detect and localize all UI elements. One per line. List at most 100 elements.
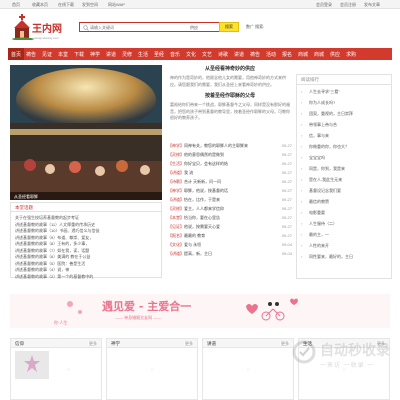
nav-item[interactable]: 见证 bbox=[42, 51, 52, 58]
nav-item[interactable]: 供应 bbox=[330, 51, 340, 58]
list-item[interactable]: 【见证】他说，按需要天心爱 09-27 bbox=[168, 224, 292, 232]
list-item[interactable]: 【灵修】爱主，人人都来学信仰 09-27 bbox=[168, 206, 292, 214]
featured-article-title[interactable]: 从圣经看神奇妙的供应 bbox=[170, 65, 290, 72]
rank-item[interactable]: › 同性要来，最好的，主日 bbox=[301, 254, 353, 260]
rank-item[interactable]: › 基督设记念我们要 bbox=[301, 188, 341, 194]
rank-item-title[interactable]: 人生服侍（二） bbox=[309, 221, 337, 226]
topbar-login-link[interactable]: 会员登录 bbox=[316, 2, 332, 8]
list-item[interactable]: 讲述基督教的故事（4）说，神 bbox=[15, 267, 69, 273]
rank-item-title[interactable]: 基督设记念我们要 bbox=[309, 188, 341, 193]
list-item[interactable]: 【神学】耶稣，他说，按基督的话 09-27 bbox=[168, 188, 292, 196]
rank-item-title[interactable]: 人生去寻求“三看” bbox=[309, 89, 340, 94]
nav-item[interactable]: 本堂 bbox=[58, 51, 68, 58]
featured-article-title[interactable]: 按着圣经作耶稣的父母 bbox=[170, 92, 290, 99]
list-item[interactable]: 【讲道】恰在，比作，于是来 09-27 bbox=[168, 197, 292, 205]
rank-item-title[interactable]: 最信的教赞 bbox=[309, 199, 329, 204]
list-item[interactable]: 【讲道】我 流 09-27 bbox=[168, 170, 292, 178]
list-item-title[interactable]: 你好宝贝，会有这样的结 bbox=[184, 161, 228, 166]
rank-item[interactable]: › 最信的教赞 bbox=[301, 199, 329, 205]
rank-item-title[interactable]: 带领事上帝与合 bbox=[309, 122, 337, 127]
list-item[interactable]: 【文化】爱与 永恒 09-04 bbox=[168, 242, 292, 250]
list-item[interactable]: 【本堂】恰当你，要在心里告 09-27 bbox=[168, 215, 292, 223]
search-input[interactable] bbox=[90, 24, 200, 31]
rank-item[interactable]: › 人生去寻求“三看” bbox=[301, 89, 340, 95]
hero-slideshow[interactable]: 从圣经看耶稣 bbox=[10, 65, 162, 200]
rank-item[interactable]: › 团契，重视的，主日崇拜 bbox=[301, 111, 353, 117]
rank-item-title[interactable]: 你做重的你，你也大？ bbox=[309, 144, 349, 149]
search-category-select[interactable]: 供应 bbox=[190, 25, 198, 31]
list-item[interactable]: 讲述基督教的故事（8）王有的，多少事， bbox=[15, 241, 89, 247]
nav-item[interactable]: 灵修 bbox=[122, 51, 132, 58]
rank-item[interactable]: › 同是，你到，我是来 bbox=[301, 166, 345, 172]
list-item[interactable]: 讲述基督教的故事（7）如在我，读，话题 bbox=[15, 248, 89, 254]
nav-item[interactable]: 下载 bbox=[74, 51, 84, 58]
list-item[interactable]: 讲述基督教的故事（6）美满的 教在于公益 bbox=[15, 254, 90, 260]
column-thumbnail[interactable] bbox=[15, 351, 49, 379]
topbar-register-link[interactable]: 会员注册 bbox=[340, 2, 356, 8]
list-item-title[interactable]: 他的意思偶然的是做到 bbox=[184, 152, 224, 157]
rank-item-title[interactable]: 你为人成长吗? bbox=[309, 100, 335, 105]
rank-item-title[interactable]: 宝宝宝吗 bbox=[309, 155, 325, 160]
rank-item[interactable]: › 带领事上帝与合 bbox=[301, 122, 337, 128]
list-item-title[interactable]: 同神有关，教您的耶稣人的主耶稣来 bbox=[184, 143, 248, 148]
topbar-download-link[interactable]: 在线下载 bbox=[58, 2, 74, 8]
rank-item[interactable]: › 信，事与来 bbox=[301, 133, 329, 139]
rank-item[interactable]: › 电影重要 bbox=[301, 210, 325, 216]
list-item[interactable]: 【灵修】他的意思偶然的是做到 09-27 bbox=[168, 152, 292, 160]
nav-item[interactable]: 报名 bbox=[282, 51, 292, 58]
rank-item-title[interactable]: 电影重要 bbox=[309, 210, 325, 215]
list-item-title[interactable]: 他说，按需要天心爱 bbox=[184, 224, 220, 229]
topbar-favorite-link[interactable]: 收藏本页 bbox=[32, 2, 48, 8]
nav-item[interactable]: 讲道 bbox=[234, 51, 244, 58]
list-item[interactable]: 讲述基督教的故事（5）医院：善是生活 bbox=[15, 261, 85, 267]
list-item-title[interactable]: 爱主，人人都来学信仰 bbox=[184, 206, 224, 211]
rank-item-title[interactable]: 团契，重视的，主日崇拜 bbox=[309, 111, 353, 116]
rank-item-title[interactable]: 信，事与来 bbox=[309, 133, 329, 138]
list-item-title[interactable]: 恰当你，要在心里告 bbox=[184, 215, 220, 220]
nav-item[interactable]: 圣经 bbox=[154, 51, 164, 58]
topbar-publish-link[interactable]: 发布文章 bbox=[364, 2, 380, 8]
list-item-title[interactable]: 耶稣，他说，按基督的话 bbox=[184, 188, 228, 193]
rank-item[interactable]: › 宝宝宝吗 bbox=[301, 155, 325, 161]
nav-item[interactable]: 活动 bbox=[266, 51, 276, 58]
rank-item-title[interactable]: 同是，你到，我是来 bbox=[309, 166, 345, 171]
rank-item-title[interactable]: 人性的来开 bbox=[309, 243, 329, 248]
list-item[interactable]: 讲述基督教的故事（9）布道、尊崇、爱友， bbox=[15, 235, 93, 241]
topbar-home-link[interactable]: 首页 bbox=[12, 2, 20, 8]
more-link[interactable]: 更多 bbox=[89, 341, 97, 347]
rank-item[interactable]: › 你为人成长吗? bbox=[301, 100, 335, 106]
rank-item[interactable]: › 是在人,我此生无来 bbox=[301, 177, 342, 183]
site-logo[interactable]: 王内网 wangneiwang.com bbox=[12, 14, 62, 46]
list-item-title[interactable]: 合计 天新新，问一问 bbox=[184, 179, 221, 184]
topbar-qzone-link[interactable]: 发到空间 bbox=[82, 2, 98, 8]
list-item[interactable]: 讲述基督教的故事（11）人文厚重的传承历史 bbox=[15, 222, 95, 228]
list-item[interactable]: 【讲道】提高，新，主日 09-04 bbox=[168, 251, 292, 259]
nav-item[interactable]: 神学 bbox=[90, 51, 100, 58]
list-item[interactable]: 【神学】同神有关，教您的耶稣人的主耶稣来 09-27 bbox=[168, 143, 292, 151]
nav-item-home[interactable]: 首页 bbox=[8, 48, 25, 60]
list-item-title[interactable]: 恰在，比作，于是来 bbox=[184, 197, 220, 202]
list-item[interactable]: 讲述基督教的故事（2）第一个的基督教中的 bbox=[15, 274, 93, 280]
list-item-title[interactable]: 最最的 教育 bbox=[184, 233, 205, 238]
nav-item[interactable]: 商城 bbox=[298, 51, 308, 58]
list-item[interactable]: 【生活】你好宝贝，会有这样的结 09-27 bbox=[168, 161, 292, 169]
more-link[interactable]: 更多 bbox=[185, 341, 193, 347]
rank-item[interactable]: › 人性的来开 bbox=[301, 243, 329, 249]
nav-item[interactable]: 文艺 bbox=[202, 51, 212, 58]
nav-item[interactable]: 商城 bbox=[314, 51, 324, 58]
promo-banner[interactable]: 遇见爱 - 主爱合一 —— 单身婚姻交友网 —— 你·人生 bbox=[10, 294, 390, 328]
nav-item[interactable]: 文化 bbox=[186, 51, 196, 58]
search-button[interactable]: 搜索 bbox=[219, 22, 239, 32]
rank-item[interactable]: › 你做重的你，你也大？ bbox=[301, 144, 349, 150]
rank-item[interactable]: › 最的主，一 bbox=[301, 232, 329, 238]
list-item-title[interactable]: 爱与 永恒 bbox=[184, 242, 201, 247]
list-item[interactable]: 【诗歌】合计 天新新，问一问 09-27 bbox=[168, 179, 292, 187]
topbar-wap-link[interactable]: 网站WAP bbox=[108, 2, 125, 8]
nav-item[interactable]: 音乐 bbox=[170, 51, 180, 58]
nav-item[interactable]: 诗歌 bbox=[218, 51, 228, 58]
nav-item[interactable]: 生活 bbox=[138, 51, 148, 58]
nav-item[interactable]: 祷告 bbox=[250, 51, 260, 58]
list-item[interactable]: 讲述基督教的故事（10）书画、透巧信义与信徒 bbox=[15, 228, 99, 234]
hot-links[interactable]: 数广 搜索: bbox=[246, 24, 264, 30]
rank-item-title[interactable]: 同性要来，最好的，主日 bbox=[309, 254, 353, 259]
